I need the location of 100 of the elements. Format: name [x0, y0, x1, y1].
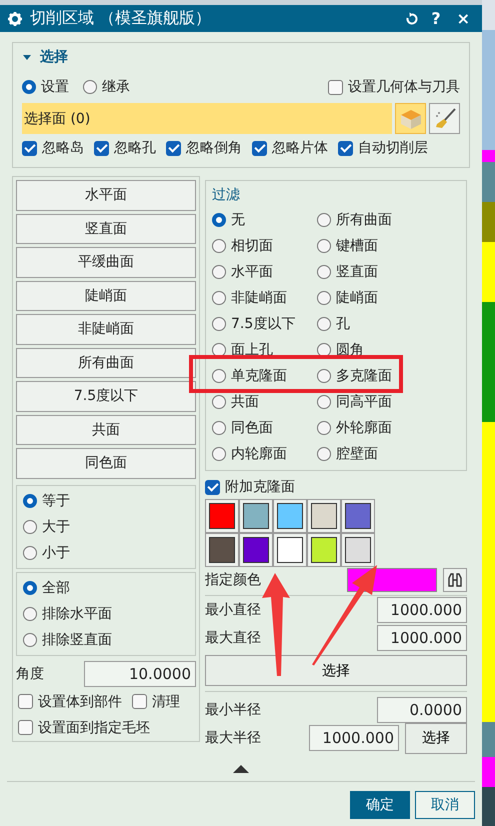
radio-button[interactable] [23, 546, 37, 560]
checkbox-label: 清理 [152, 692, 180, 711]
reset-icon[interactable] [405, 12, 420, 26]
checkbox[interactable] [252, 140, 267, 156]
radio-button[interactable] [317, 291, 331, 305]
checkbox[interactable] [18, 694, 33, 710]
radio-label: 大于 [42, 518, 70, 536]
checkbox-label: 自动切削层 [358, 139, 428, 157]
radio-label: 多克隆面 [336, 367, 392, 385]
radio-button[interactable] [317, 369, 331, 383]
face-button[interactable]: 平缓曲面 [16, 247, 196, 278]
checkbox[interactable] [338, 140, 353, 156]
section-header[interactable]: 选择 [22, 43, 460, 71]
select-button[interactable]: 选择 [205, 655, 467, 686]
radio-button[interactable] [22, 80, 36, 94]
select-button[interactable]: 选择 [405, 722, 467, 754]
radio-button[interactable] [317, 213, 331, 227]
field-label: 最大直径 [205, 629, 261, 647]
checkbox[interactable] [205, 480, 220, 494]
face-button[interactable]: 陡峭面 [16, 280, 196, 311]
radio-button[interactable] [23, 606, 37, 620]
angle-field[interactable]: 10.0000 [84, 661, 196, 688]
radio-button[interactable] [317, 395, 331, 409]
radio-button[interactable] [212, 239, 226, 253]
ok-button[interactable]: 确定 [350, 791, 410, 819]
face-selector[interactable]: 选择面 (0) [22, 103, 392, 134]
face-button[interactable]: 7.5度以下 [16, 381, 196, 412]
radio-button[interactable] [212, 317, 226, 331]
checkbox[interactable] [94, 140, 109, 156]
radio-label: 同色面 [231, 419, 273, 437]
checkbox[interactable] [166, 140, 181, 156]
face-button[interactable]: 所有曲面 [16, 348, 196, 378]
binoculars-button[interactable] [443, 568, 467, 592]
field-label: 最小半径 [205, 701, 261, 719]
radio-button[interactable] [317, 447, 331, 461]
cancel-button[interactable]: 取消 [415, 791, 475, 819]
radio-button[interactable] [212, 213, 226, 227]
cube-icon [400, 110, 420, 128]
radio-label: 圆角 [336, 341, 364, 359]
checkbox-label: 忽略岛 [42, 139, 84, 157]
radio-label: 竖直面 [336, 263, 378, 281]
checkbox-label: 设置面到指定毛坯 [38, 718, 150, 737]
radio-button[interactable] [23, 494, 37, 508]
checkbox[interactable] [328, 80, 343, 94]
number-field[interactable]: 0.0000 [377, 697, 467, 723]
close-button[interactable]: × [452, 9, 474, 28]
number-field[interactable]: 1000.000 [309, 725, 399, 751]
radio-label: 共面 [231, 393, 259, 411]
radio-button[interactable] [23, 520, 37, 534]
face-button[interactable]: 非陡峭面 [16, 314, 196, 344]
window-title: 切削区域 （模圣旗舰版） [30, 8, 212, 29]
face-button[interactable]: 竖直面 [16, 214, 196, 244]
number-field[interactable]: 1000.000 [377, 597, 467, 623]
collapse-icon[interactable] [233, 765, 249, 773]
radio-label: 内轮廓面 [231, 445, 287, 463]
checkbox-label: 设置几何体与刀具 [348, 78, 460, 96]
broom-icon [436, 108, 456, 128]
radio-label: 7.5度以下 [231, 315, 296, 333]
radio-label: 孔 [336, 315, 350, 333]
radio-label: 腔壁面 [336, 445, 378, 463]
checkbox[interactable] [18, 720, 33, 736]
checkbox[interactable] [132, 694, 147, 710]
help-button[interactable]: ? [427, 9, 445, 28]
broom-button[interactable] [429, 103, 460, 134]
radio-label: 无 [231, 211, 245, 229]
radio-label: 所有曲面 [336, 211, 392, 229]
radio-button[interactable] [212, 395, 226, 409]
field-label: 指定颜色 [205, 571, 261, 589]
radio-label: 同高平面 [336, 393, 392, 411]
radio-button[interactable] [212, 291, 226, 305]
radio-button[interactable] [212, 265, 226, 279]
radio-button[interactable] [317, 317, 331, 331]
number-field[interactable]: 1000.000 [377, 625, 467, 651]
checkbox-label: 忽略倒角 [186, 139, 242, 157]
radio-label: 排除水平面 [42, 604, 112, 622]
radio-button[interactable] [83, 80, 97, 94]
caret-icon[interactable] [22, 52, 32, 62]
radio-button[interactable] [212, 369, 226, 383]
radio-label: 排除竖直面 [42, 630, 112, 648]
radio-label: 相切面 [231, 237, 273, 255]
binoculars-icon [448, 573, 462, 587]
checkbox-label: 忽略片体 [272, 139, 328, 157]
radio-label: 陡峭面 [336, 289, 378, 307]
radio-button[interactable] [23, 632, 37, 646]
settings-icon[interactable] [8, 12, 22, 26]
checkbox-label: 附加克隆面 [225, 478, 295, 496]
radio-button[interactable] [212, 421, 226, 435]
group-title: 过滤 [212, 186, 241, 205]
face-button[interactable]: 水平面 [16, 180, 196, 210]
radio-button[interactable] [317, 421, 331, 435]
radio-label: 全部 [42, 578, 70, 596]
radio-button[interactable] [317, 265, 331, 279]
radio-button[interactable] [212, 447, 226, 461]
radio-label: 单克隆面 [231, 367, 287, 385]
radio-button[interactable] [317, 239, 331, 253]
face-button[interactable]: 同色面 [16, 448, 196, 478]
section-title: 选择 [40, 48, 68, 66]
face-button[interactable]: 共面 [16, 414, 196, 445]
radio-button[interactable] [23, 580, 37, 594]
checkbox[interactable] [22, 140, 37, 156]
